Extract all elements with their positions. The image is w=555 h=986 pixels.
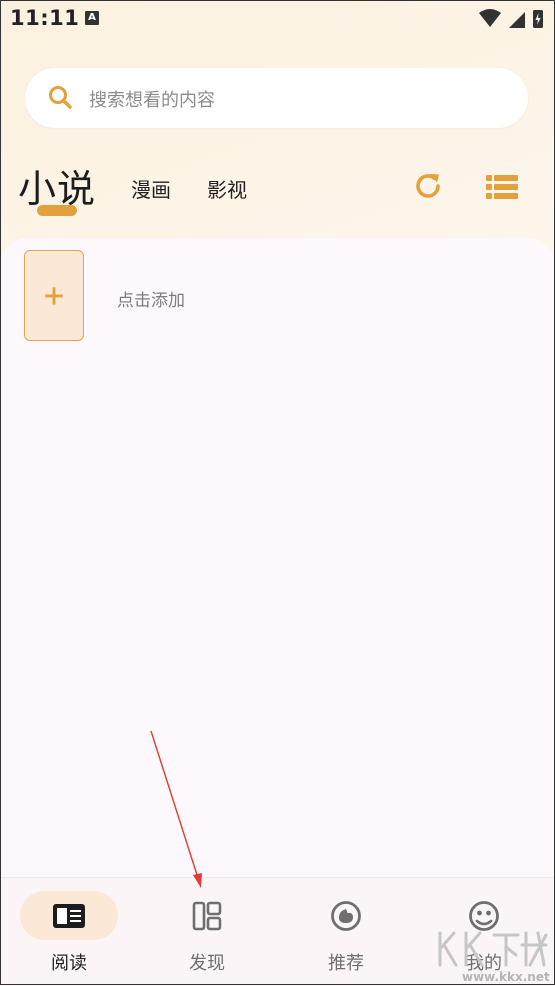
refresh-button[interactable]: [412, 170, 444, 202]
signal-icon: [509, 12, 525, 28]
layout-icon: [192, 901, 222, 931]
list-icon: [486, 175, 518, 199]
nav-item-discover[interactable]: 发现: [138, 878, 276, 986]
nav-label-discover: 发现: [189, 953, 225, 974]
like-icon: [331, 901, 361, 931]
nav-label-recommend: 推荐: [328, 953, 364, 974]
search-bar[interactable]: 搜索想看的内容: [25, 68, 528, 128]
nav-item-recommend[interactable]: 推荐: [277, 878, 415, 986]
tab-indicator: [37, 205, 77, 216]
list-button[interactable]: [486, 174, 518, 200]
status-time: 11:11: [10, 6, 80, 30]
tab-video[interactable]: 影视: [207, 174, 247, 203]
search-icon: [49, 86, 72, 109]
nav-label-read: 阅读: [51, 953, 87, 974]
plus-icon: [45, 287, 63, 305]
add-book-button[interactable]: [24, 250, 84, 341]
book-icon: [53, 904, 85, 928]
wifi-icon: [479, 9, 501, 27]
nav-item-read[interactable]: 阅读: [0, 878, 138, 986]
tab-comic[interactable]: 漫画: [131, 174, 171, 203]
notification-icon: A: [85, 11, 99, 25]
search-placeholder: 搜索想看的内容: [89, 90, 215, 111]
add-book-label: 点击添加: [117, 291, 185, 311]
status-bar: 11:11 A: [0, 0, 555, 38]
watermark-text: www.kkx.net: [462, 970, 550, 984]
status-icons: [479, 9, 543, 28]
